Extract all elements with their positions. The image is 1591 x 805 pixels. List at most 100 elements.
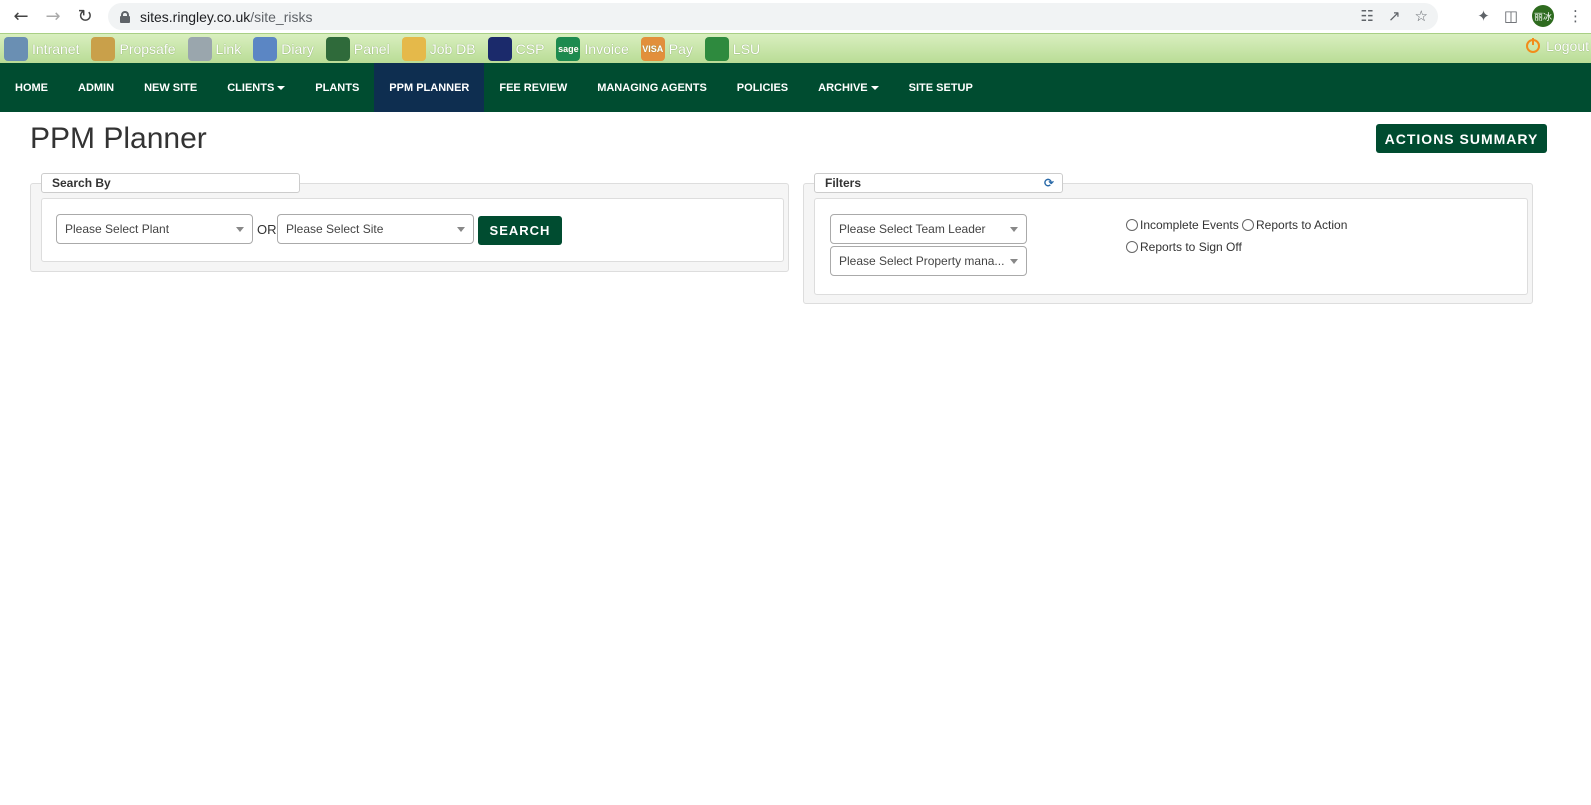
plant-select-value: Please Select Plant (65, 222, 170, 236)
chevron-down-icon (1010, 259, 1018, 264)
nav-clients[interactable]: CLIENTS (212, 63, 300, 112)
nav-label: FEE REVIEW (499, 81, 568, 94)
quick-link-label: Invoice (584, 40, 629, 57)
calendar-icon (253, 36, 278, 61)
radio-button[interactable] (1126, 219, 1138, 231)
quick-link-csp[interactable]: CSP (487, 36, 545, 61)
share-icon[interactable]: ↗ (1388, 7, 1401, 25)
property-manager-select-value: Please Select Property mana... (839, 254, 1005, 268)
quick-link-label: Intranet (32, 40, 80, 57)
house-icon (704, 36, 729, 61)
profile-avatar[interactable]: 丽冰 (1532, 5, 1554, 27)
nav-home[interactable]: HOME (0, 63, 63, 112)
caret-down-icon (277, 85, 286, 90)
browser-menu-icon[interactable]: ⋮ (1568, 7, 1583, 25)
chevron-down-icon (457, 227, 465, 232)
nav-label: PLANTS (315, 81, 360, 94)
bookmark-star-icon[interactable]: ☆ (1415, 7, 1428, 25)
nav-plants[interactable]: PLANTS (300, 63, 374, 112)
or-label: OR (257, 222, 277, 237)
chain-link-icon (187, 36, 212, 61)
actions-summary-button[interactable]: ACTIONS SUMMARY (1376, 124, 1547, 153)
url-path: /site_risks (250, 8, 313, 25)
quick-link-label: Job DB (429, 40, 476, 57)
browser-toolbar: ← → ↻ sites.ringley.co.uk/site_risks ☷ ↗… (0, 0, 1591, 33)
radio-button[interactable] (1126, 241, 1138, 253)
globe-icon (4, 36, 28, 61)
radio-label: Reports to Sign Off (1140, 240, 1242, 254)
quick-link-invoice[interactable]: sage Invoice (556, 36, 629, 61)
quick-link-label: LSU (732, 40, 761, 57)
nav-label: HOME (15, 81, 48, 94)
nav-label: SITE SETUP (908, 81, 973, 94)
nav-ppm-planner[interactable]: PPM PLANNER (374, 63, 485, 112)
refresh-icon[interactable]: ⟳ (1044, 177, 1056, 189)
logout-label: Logout (1546, 38, 1589, 54)
search-button[interactable]: SEARCH (478, 216, 562, 245)
nav-label: ARCHIVE (818, 81, 868, 94)
panel-icon (325, 36, 350, 61)
nav-label: NEW SITE (144, 81, 198, 94)
quick-link-panel[interactable]: Panel (325, 36, 390, 61)
extensions-icon[interactable]: ✦ (1477, 7, 1490, 25)
nav-label: ADMIN (78, 81, 115, 94)
site-select-value: Please Select Site (286, 222, 384, 236)
quick-link-label: Panel (353, 40, 390, 57)
power-icon (1526, 38, 1541, 53)
nav-label: PPM PLANNER (389, 81, 470, 94)
filters-panel-legend: Filters ⟳ (814, 173, 1063, 193)
radio-label: Reports to Action (1256, 218, 1348, 232)
quick-link-pay[interactable]: VISA Pay (640, 36, 693, 61)
quick-links-bar: Intranet Propsafe Link Diary Panel Job DB CSP s… (0, 33, 1591, 63)
lock-icon (120, 10, 130, 23)
page-title: PPM Planner (30, 122, 207, 155)
search-panel-legend: Search By (41, 173, 300, 193)
nav-label: CLIENTS (227, 81, 275, 94)
team-leader-select[interactable]: Please Select Team Leader (830, 214, 1027, 244)
caret-down-icon (870, 85, 879, 90)
quick-link-diary[interactable]: Diary (253, 36, 314, 61)
quick-link-label: Propsafe (119, 40, 176, 57)
quick-link-job-db[interactable]: Job DB (401, 36, 476, 61)
site-select[interactable]: Please Select Site (277, 214, 474, 244)
nav-archive[interactable]: ARCHIVE (803, 63, 894, 112)
reload-icon[interactable]: ↻ (74, 6, 96, 28)
address-bar[interactable]: sites.ringley.co.uk/site_risks ☷ ↗ ☆ (108, 3, 1438, 30)
nav-managing-agents[interactable]: MANAGING AGENTS (582, 63, 722, 112)
folder-icon (401, 36, 426, 61)
nav-site-setup[interactable]: SITE SETUP (894, 63, 988, 112)
forward-arrow-icon[interactable]: → (42, 6, 64, 28)
nav-label: POLICIES (736, 81, 789, 94)
sage-icon: sage (556, 36, 581, 61)
card-icon: VISA (640, 36, 665, 61)
nav-label: MANAGING AGENTS (597, 81, 707, 94)
back-arrow-icon[interactable]: ← (10, 6, 32, 28)
quick-link-propsafe[interactable]: Propsafe (91, 36, 176, 61)
team-leader-select-value: Please Select Team Leader (839, 222, 986, 236)
quick-link-lsu[interactable]: LSU (704, 36, 761, 61)
url-host: sites.ringley.co.uk (140, 8, 251, 25)
nav-fee-review[interactable]: FEE REVIEW (484, 63, 582, 112)
quick-link-link[interactable]: Link (187, 36, 241, 61)
quick-link-label: CSP (515, 40, 545, 57)
radio-reports-to-sign-off[interactable]: Reports to Sign Off (1126, 240, 1242, 254)
property-manager-select[interactable]: Please Select Property mana... (830, 246, 1027, 276)
radio-button[interactable] (1242, 219, 1254, 231)
plant-select[interactable]: Please Select Plant (56, 214, 253, 244)
quick-link-intranet[interactable]: Intranet (4, 36, 80, 61)
main-nav: HOME ADMIN NEW SITE CLIENTS PLANTS PPM PLANNE… (0, 63, 1591, 112)
csp-icon (487, 36, 512, 61)
side-panel-icon[interactable]: ◫ (1504, 7, 1518, 25)
radio-reports-to-action[interactable]: Reports to Action (1242, 218, 1347, 232)
filters-legend-label: Filters (825, 176, 862, 190)
radio-label: Incomplete Events (1140, 218, 1239, 232)
quick-link-label: Diary (281, 40, 314, 57)
logout-link[interactable]: Logout (1526, 38, 1589, 54)
chevron-down-icon (236, 227, 244, 232)
radio-incomplete-events[interactable]: Incomplete Events (1126, 218, 1239, 232)
quick-link-label: Pay (668, 40, 693, 57)
nav-new-site[interactable]: NEW SITE (129, 63, 212, 112)
nav-admin[interactable]: ADMIN (63, 63, 129, 112)
translate-icon[interactable]: ☷ (1361, 7, 1374, 25)
nav-policies[interactable]: POLICIES (722, 63, 803, 112)
